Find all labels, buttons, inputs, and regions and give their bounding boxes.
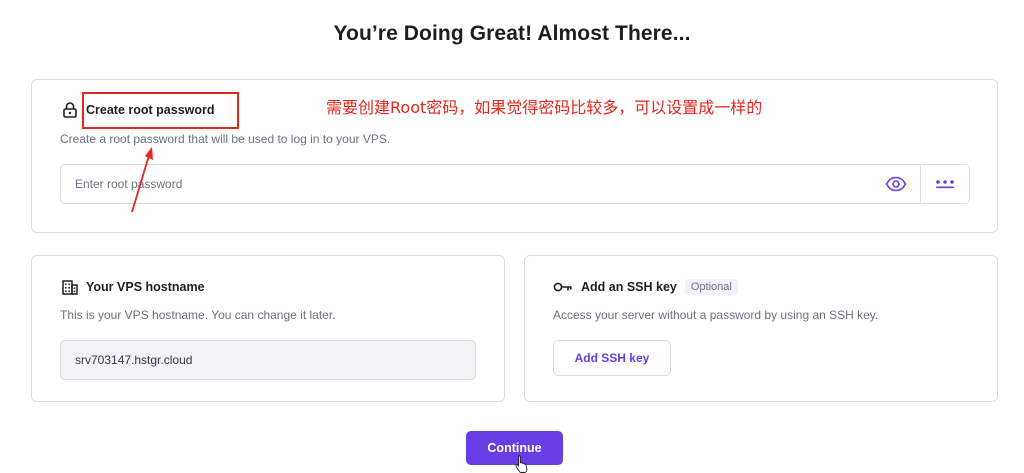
add-ssh-key-button[interactable]: Add SSH key xyxy=(553,340,671,376)
root-password-field xyxy=(60,164,970,204)
annotation-arrow-icon xyxy=(131,147,153,213)
hostname-heading: Your VPS hostname xyxy=(86,280,205,294)
ssh-key-header: Add an SSH key Optional xyxy=(553,279,738,295)
lock-icon xyxy=(62,102,78,118)
root-password-input[interactable] xyxy=(61,165,872,203)
hand-cursor-icon xyxy=(515,455,528,473)
dots-icon xyxy=(934,178,956,190)
show-password-button[interactable] xyxy=(872,165,920,203)
hostname-header: Your VPS hostname xyxy=(62,279,205,295)
hostname-field[interactable]: srv703147.hstgr.cloud xyxy=(60,340,476,380)
eye-icon xyxy=(885,176,907,192)
annotation-highlight-box xyxy=(82,92,239,129)
building-icon xyxy=(62,279,78,295)
ssh-key-description: Access your server without a password by… xyxy=(553,308,879,322)
ssh-key-heading: Add an SSH key xyxy=(581,280,677,294)
generate-password-button[interactable] xyxy=(921,165,969,203)
hostname-card: Your VPS hostname This is your VPS hostn… xyxy=(31,255,505,402)
key-icon xyxy=(553,279,573,295)
hostname-description: This is your VPS hostname. You can chang… xyxy=(60,308,336,322)
page-title: You’re Doing Great! Almost There... xyxy=(333,22,691,45)
ssh-key-card: Add an SSH key Optional Access your serv… xyxy=(524,255,998,402)
optional-badge: Optional xyxy=(684,279,738,295)
root-password-description: Create a root password that will be used… xyxy=(60,132,391,146)
annotation-note: 需要创建Root密码，如果觉得密码比较多，可以设置成一样的 xyxy=(326,98,763,117)
